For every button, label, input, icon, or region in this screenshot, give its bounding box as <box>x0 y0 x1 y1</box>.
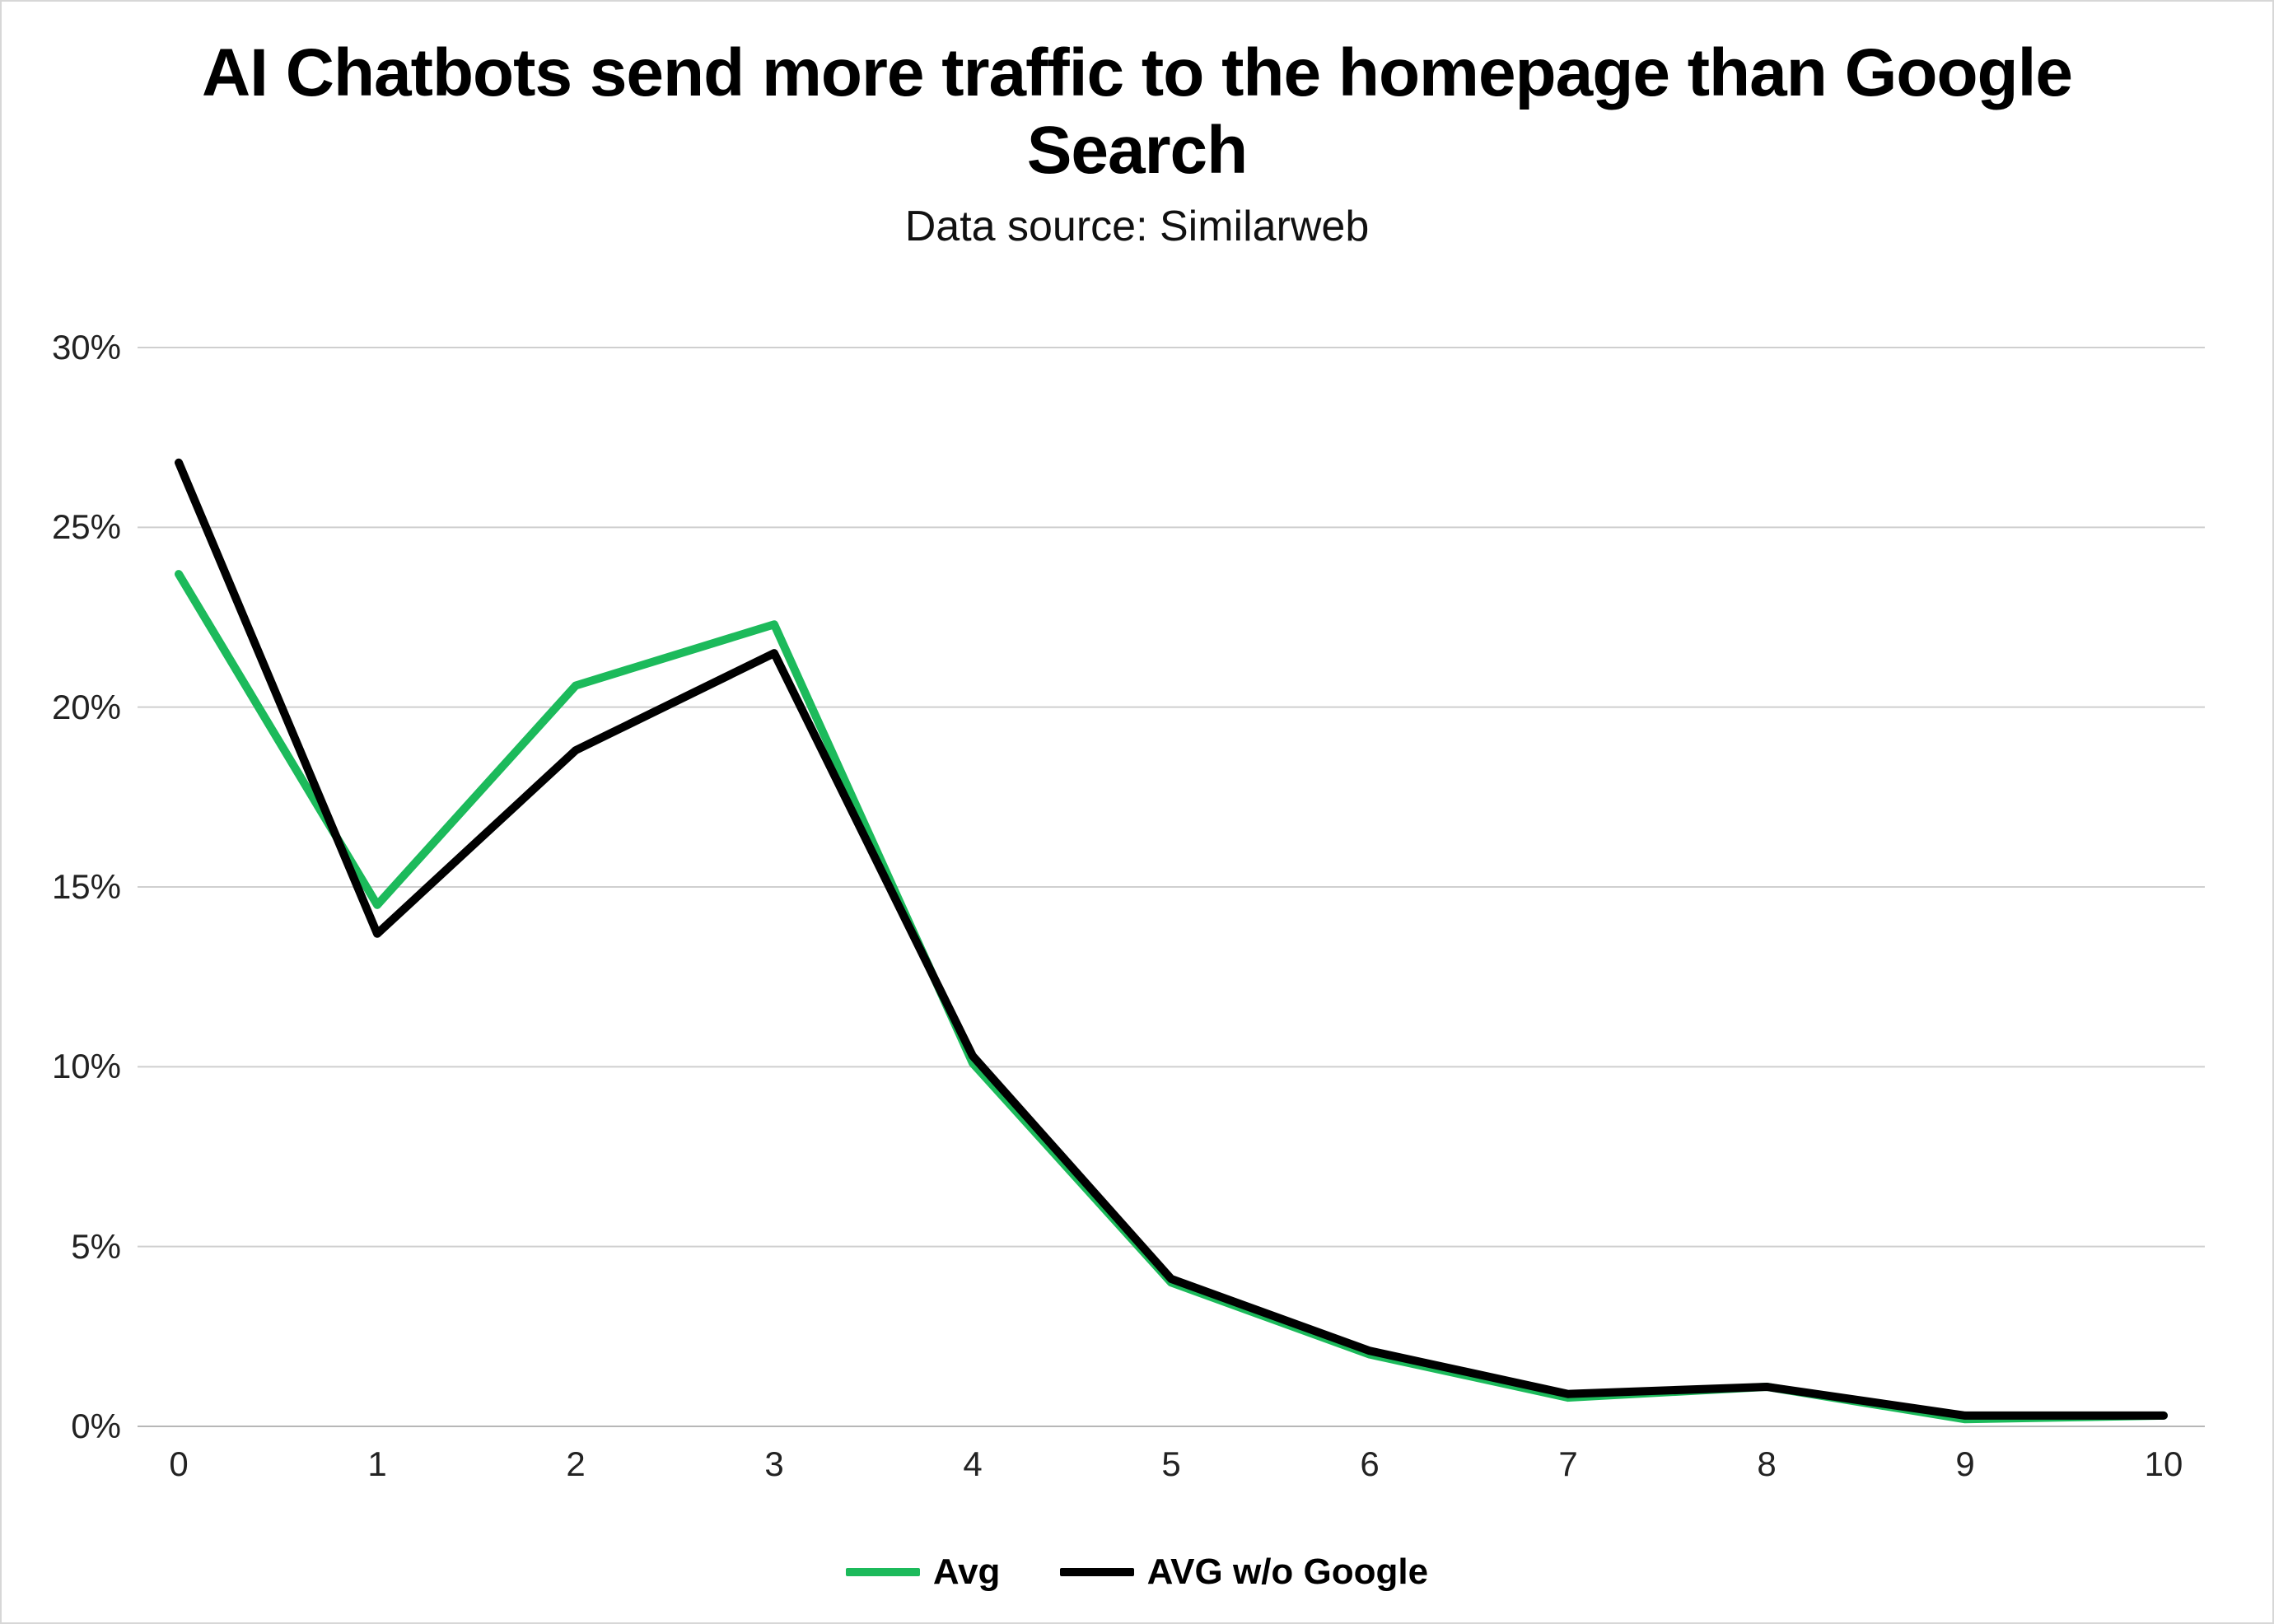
legend-swatch-avg-no-google <box>1060 1568 1134 1576</box>
x-tick-label: 5 <box>1161 1444 1180 1484</box>
y-tick-label: 30% <box>52 328 121 367</box>
legend-item-avg: Avg <box>846 1552 1001 1593</box>
plot-area: 0%5%10%15%20%25%30%012345678910 <box>138 348 2205 1426</box>
chart-title: AI Chatbots send more traffic to the hom… <box>149 35 2126 190</box>
x-tick-label: 2 <box>566 1444 585 1484</box>
y-tick-label: 20% <box>52 688 121 727</box>
y-tick-label: 25% <box>52 507 121 547</box>
series-line-avg <box>179 574 2164 1419</box>
plot-svg <box>138 348 2205 1426</box>
legend-swatch-avg <box>846 1568 920 1576</box>
x-tick-label: 6 <box>1360 1444 1379 1484</box>
x-tick-label: 10 <box>2145 1444 2183 1484</box>
x-tick-label: 9 <box>1955 1444 1974 1484</box>
x-tick-label: 4 <box>963 1444 982 1484</box>
y-tick-label: 10% <box>52 1047 121 1086</box>
legend-label-avg: Avg <box>933 1552 1001 1593</box>
x-tick-label: 8 <box>1757 1444 1776 1484</box>
x-tick-label: 1 <box>367 1444 386 1484</box>
x-tick-label: 3 <box>764 1444 783 1484</box>
y-tick-label: 15% <box>52 867 121 907</box>
series-line-avg-no-google <box>179 463 2164 1416</box>
legend-item-avg-no-google: AVG w/o Google <box>1060 1552 1428 1593</box>
chart-header: AI Chatbots send more traffic to the hom… <box>2 2 2272 251</box>
y-tick-label: 5% <box>71 1227 121 1267</box>
chart-subtitle: Data source: Similarweb <box>2 202 2272 251</box>
y-tick-label: 0% <box>71 1407 121 1446</box>
legend: Avg AVG w/o Google <box>2 1544 2272 1593</box>
x-tick-label: 7 <box>1558 1444 1577 1484</box>
x-tick-label: 0 <box>169 1444 188 1484</box>
legend-label-avg-no-google: AVG w/o Google <box>1147 1552 1428 1593</box>
chart-frame: AI Chatbots send more traffic to the hom… <box>0 0 2274 1624</box>
